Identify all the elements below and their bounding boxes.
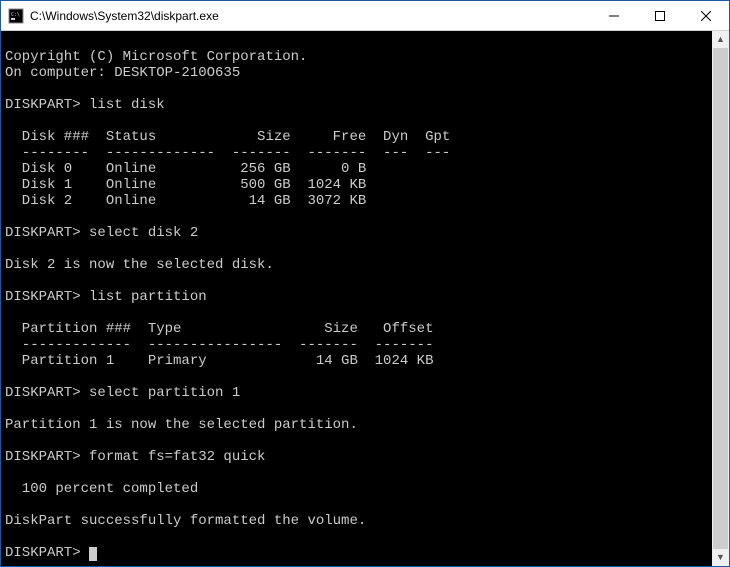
vertical-scrollbar[interactable]: ▲ ▼ [712, 31, 729, 566]
close-button[interactable] [683, 1, 729, 30]
minimize-button[interactable] [591, 1, 637, 30]
scroll-thumb[interactable] [713, 48, 728, 549]
maximize-button[interactable] [637, 1, 683, 30]
app-icon: C:\ [8, 8, 24, 24]
content-area: Copyright (C) Microsoft Corporation. On … [1, 31, 729, 566]
diskpart-window: C:\ C:\Windows\System32\diskpart.exe Cop… [0, 0, 730, 567]
chevron-up-icon: ▲ [716, 35, 725, 44]
svg-text:C:\: C:\ [11, 12, 20, 18]
chevron-down-icon: ▼ [716, 553, 725, 562]
scroll-up-button[interactable]: ▲ [712, 31, 729, 48]
window-title: C:\Windows\System32\diskpart.exe [30, 9, 219, 23]
window-controls [591, 1, 729, 30]
titlebar[interactable]: C:\ C:\Windows\System32\diskpart.exe [1, 1, 729, 31]
scroll-down-button[interactable]: ▼ [712, 549, 729, 566]
terminal-output[interactable]: Copyright (C) Microsoft Corporation. On … [1, 31, 712, 566]
